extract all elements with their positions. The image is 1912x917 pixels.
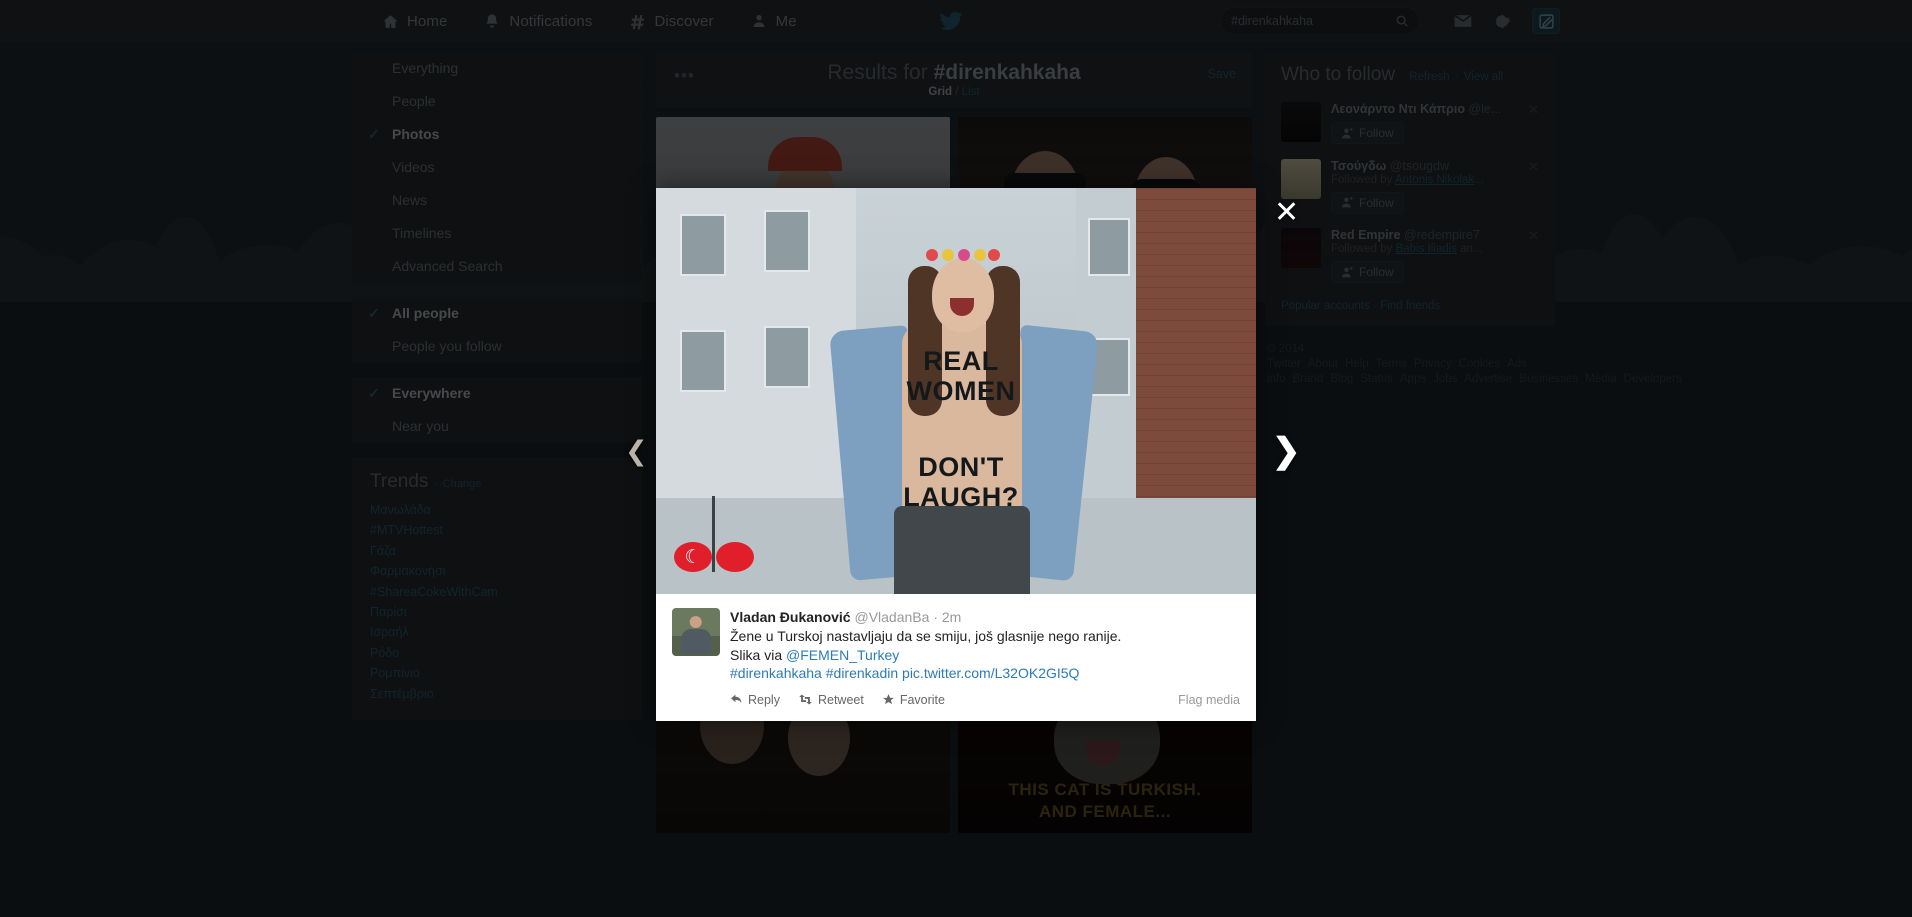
body-text-line3: DON'T (918, 452, 1004, 482)
mention-link-femen-turkey[interactable]: @FEMEN_Turkey (786, 647, 899, 663)
tweet-actions: Reply Retweet Favorite (730, 693, 1240, 707)
tweet-text-line1: Žene u Turskoj nastavljaju da se smiju, … (730, 628, 1122, 644)
hashtag-link-direnkahkaha[interactable]: #direnkahkaha (730, 665, 822, 681)
reply-label: Reply (748, 692, 780, 707)
close-icon[interactable]: ✕ (1274, 198, 1299, 228)
body-paint-text: REAL WOMEN DON'T LAUGH? (846, 346, 1076, 512)
chevron-left-icon[interactable]: ❮ (625, 438, 648, 465)
hashtag-link-direnkadin[interactable]: #direnkadin (826, 665, 898, 681)
retweet-button[interactable]: Retweet (798, 693, 864, 707)
retweet-icon (798, 693, 813, 706)
chevron-right-icon[interactable]: ❯ (1272, 434, 1301, 468)
body-text-line4: LAUGH? (903, 482, 1019, 512)
favorite-button[interactable]: Favorite (882, 693, 945, 707)
tweet-author-name[interactable]: Vladan Đukanović (730, 609, 851, 625)
tweet-via-label: Slika via (730, 646, 787, 663)
tweet-author-handle[interactable]: @VladanBa (854, 609, 929, 625)
photo-lightbox: REAL WOMEN DON'T LAUGH? ☾ Vladan Đukanov… (656, 188, 1256, 721)
reply-button[interactable]: Reply (730, 693, 780, 707)
body-text-line2: WOMEN (906, 376, 1016, 406)
crescent-glyph: ☾ (684, 546, 702, 568)
body-text-line1: REAL (923, 346, 999, 376)
favorite-label: Favorite (899, 692, 945, 707)
femen-protest-photo[interactable]: REAL WOMEN DON'T LAUGH? ☾ (656, 188, 1256, 594)
red-balloon (716, 542, 754, 572)
tweet-timestamp[interactable]: 2m (942, 609, 961, 625)
flag-media-link[interactable]: Flag media (1178, 693, 1240, 707)
tweet-detail: Vladan Đukanović @VladanBa · 2m Žene u T… (656, 594, 1256, 721)
star-icon (882, 693, 895, 706)
tweet-text: Žene u Turskoj nastavljaju da se smiju, … (730, 627, 1240, 683)
pic-twitter-link[interactable]: pic.twitter.com/L32OK2GI5Q (902, 665, 1079, 681)
tweet-header: Vladan Đukanović @VladanBa · 2m (730, 608, 1240, 626)
tweet-text-line3: #direnkahkaha #direnkadin pic.twitter.co… (730, 664, 1240, 683)
tweet-separator: · (933, 609, 938, 625)
reply-arrow-icon (730, 693, 743, 706)
avatar[interactable] (672, 608, 720, 656)
turkish-flag-balloon: ☾ (674, 542, 712, 572)
protester-figure: REAL WOMEN DON'T LAUGH? (829, 206, 1099, 594)
retweet-label: Retweet (817, 692, 864, 707)
tweet-text-line2: Slika via @FEMEN_Turkey (730, 646, 1240, 665)
